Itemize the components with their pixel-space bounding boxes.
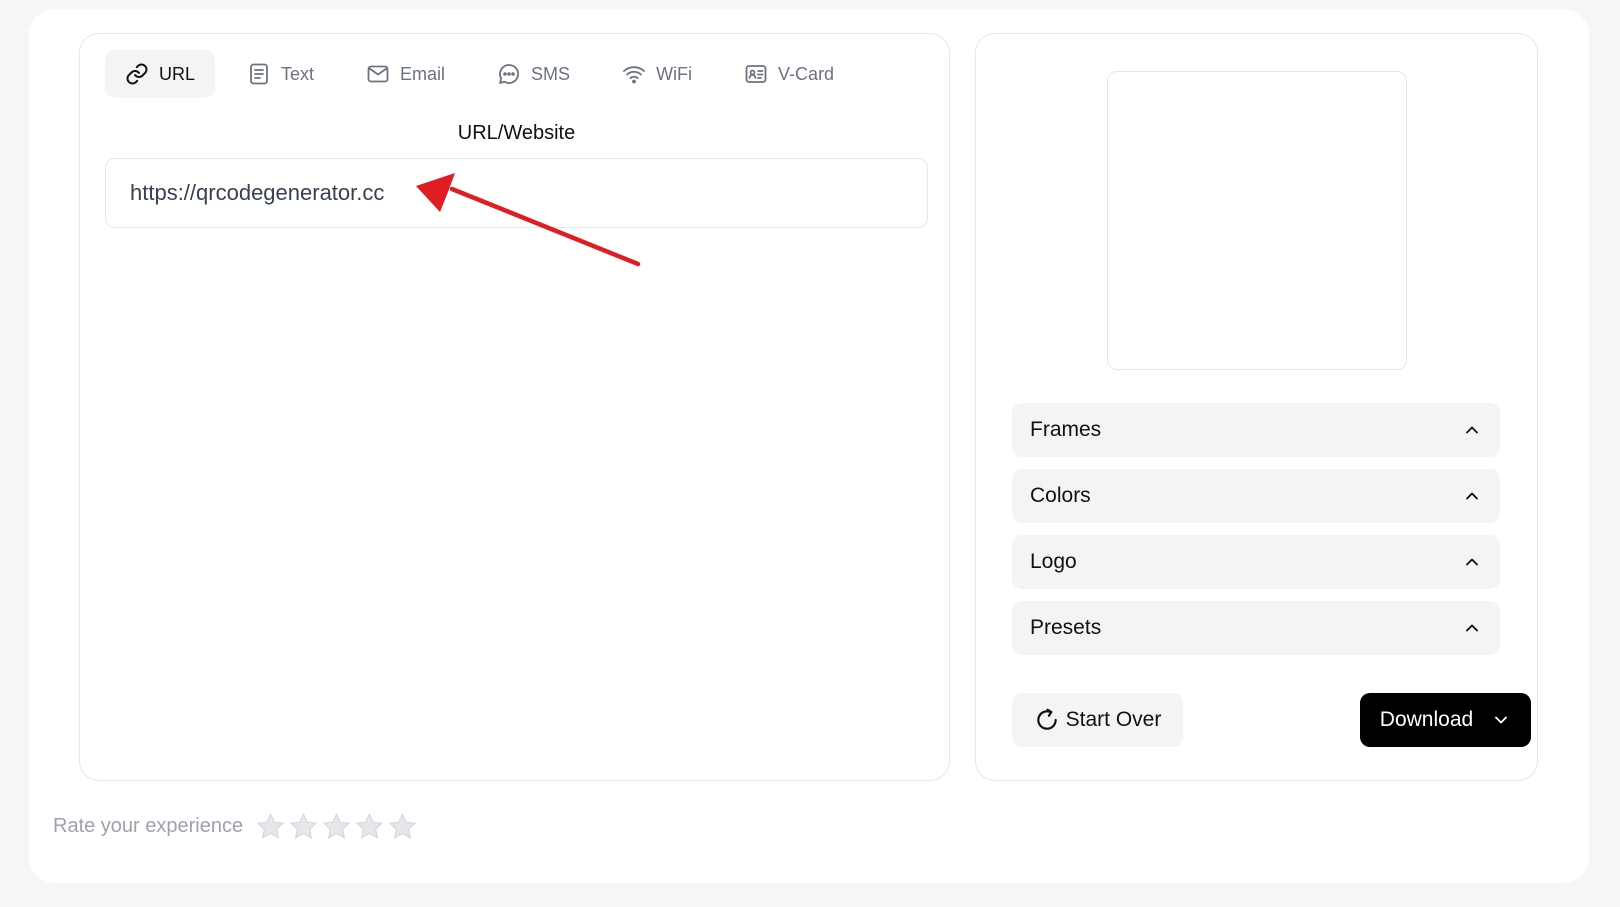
tab-text-label: Text [281, 63, 315, 84]
star-icon[interactable] [255, 811, 286, 842]
url-field-label: URL/Website [457, 122, 576, 144]
tab-url[interactable]: URL [105, 50, 216, 98]
tab-vcard[interactable]: V-Card [724, 50, 854, 98]
qr-code-preview [1107, 71, 1407, 370]
document-icon [250, 63, 268, 85]
presets-label: Presets [1030, 616, 1102, 639]
mail-icon [367, 65, 389, 83]
chevron-down-icon [1495, 716, 1508, 724]
chevron-up-icon [1466, 624, 1478, 632]
tab-email-label: Email [400, 63, 446, 84]
colors-label: Colors [1030, 484, 1091, 507]
page-container: URL Text Email SMS WiFi V-Card URL/Websi… [29, 9, 1589, 883]
tab-sms-label: SMS [531, 63, 571, 84]
tab-email[interactable]: Email [346, 50, 465, 98]
chevron-up-icon [1466, 558, 1478, 566]
contact-card-icon [745, 65, 767, 83]
link-icon [126, 63, 148, 85]
star-icon[interactable] [288, 811, 319, 842]
colors-accordion[interactable]: Colors [1012, 469, 1500, 523]
presets-accordion[interactable]: Presets [1012, 601, 1500, 655]
tab-vcard-label: V-Card [778, 63, 835, 84]
download-label: Download [1379, 708, 1474, 731]
frames-accordion[interactable]: Frames [1012, 403, 1500, 457]
tab-sms[interactable]: SMS [477, 50, 590, 98]
start-over-label: Start Over [1065, 708, 1162, 731]
red-arrow-icon [416, 173, 641, 267]
star-icon[interactable] [354, 811, 385, 842]
refresh-icon [1036, 708, 1057, 730]
tab-text[interactable]: Text [227, 50, 334, 98]
chevron-up-icon [1466, 492, 1478, 500]
star-icon[interactable] [387, 811, 418, 842]
preview-panel: Frames Colors Logo Presets Start Over Do… [975, 33, 1538, 781]
tab-wifi[interactable]: WiFi [602, 50, 712, 98]
rating-label: Rate your experience [53, 814, 244, 837]
tab-url-label: URL [159, 63, 196, 84]
wifi-icon [623, 66, 645, 84]
star-icon[interactable] [321, 811, 352, 842]
start-over-button[interactable]: Start Over [1012, 693, 1183, 747]
url-input[interactable] [105, 158, 928, 228]
tab-wifi-label: WiFi [656, 63, 693, 84]
download-button[interactable]: Download [1360, 693, 1531, 747]
logo-label: Logo [1030, 550, 1077, 573]
rating-widget: Rate your experience [53, 808, 420, 844]
chat-bubble-icon [499, 64, 520, 84]
logo-accordion[interactable]: Logo [1012, 535, 1500, 589]
chevron-up-icon [1466, 426, 1478, 434]
input-panel: URL Text Email SMS WiFi V-Card URL/Websi… [79, 33, 950, 781]
frames-label: Frames [1030, 418, 1102, 441]
content-type-tabs: URL Text Email SMS WiFi V-Card [105, 50, 866, 98]
